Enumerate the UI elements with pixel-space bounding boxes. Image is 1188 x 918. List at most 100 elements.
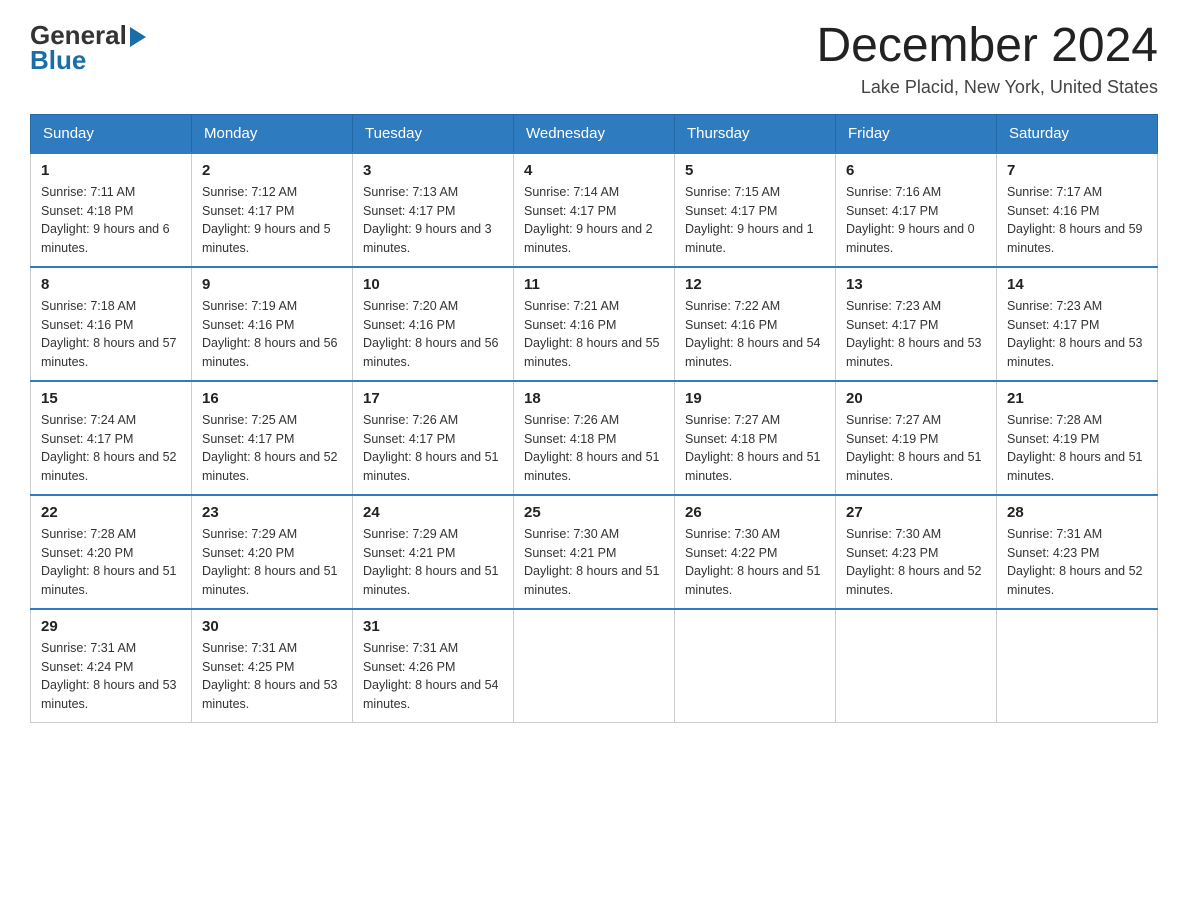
calendar-cell: 13 Sunrise: 7:23 AM Sunset: 4:17 PM Dayl… <box>836 267 997 381</box>
day-info: Sunrise: 7:28 AM Sunset: 4:20 PM Dayligh… <box>41 525 181 600</box>
day-info: Sunrise: 7:26 AM Sunset: 4:17 PM Dayligh… <box>363 411 503 486</box>
calendar-cell: 30 Sunrise: 7:31 AM Sunset: 4:25 PM Dayl… <box>192 609 353 723</box>
day-info: Sunrise: 7:22 AM Sunset: 4:16 PM Dayligh… <box>685 297 825 372</box>
calendar-week-3: 15 Sunrise: 7:24 AM Sunset: 4:17 PM Dayl… <box>31 381 1158 495</box>
calendar-cell: 9 Sunrise: 7:19 AM Sunset: 4:16 PM Dayli… <box>192 267 353 381</box>
day-info: Sunrise: 7:11 AM Sunset: 4:18 PM Dayligh… <box>41 183 181 258</box>
day-number: 14 <box>1007 276 1147 293</box>
day-info: Sunrise: 7:18 AM Sunset: 4:16 PM Dayligh… <box>41 297 181 372</box>
day-info: Sunrise: 7:16 AM Sunset: 4:17 PM Dayligh… <box>846 183 986 258</box>
calendar-cell: 7 Sunrise: 7:17 AM Sunset: 4:16 PM Dayli… <box>997 153 1158 267</box>
day-number: 20 <box>846 390 986 407</box>
day-info: Sunrise: 7:26 AM Sunset: 4:18 PM Dayligh… <box>524 411 664 486</box>
day-number: 2 <box>202 162 342 179</box>
day-number: 7 <box>1007 162 1147 179</box>
calendar-cell: 10 Sunrise: 7:20 AM Sunset: 4:16 PM Dayl… <box>353 267 514 381</box>
day-number: 16 <box>202 390 342 407</box>
day-number: 11 <box>524 276 664 293</box>
day-number: 3 <box>363 162 503 179</box>
day-info: Sunrise: 7:21 AM Sunset: 4:16 PM Dayligh… <box>524 297 664 372</box>
calendar-cell: 23 Sunrise: 7:29 AM Sunset: 4:20 PM Dayl… <box>192 495 353 609</box>
day-number: 4 <box>524 162 664 179</box>
calendar-week-2: 8 Sunrise: 7:18 AM Sunset: 4:16 PM Dayli… <box>31 267 1158 381</box>
day-number: 1 <box>41 162 181 179</box>
day-of-week-friday: Friday <box>836 114 997 153</box>
day-number: 28 <box>1007 504 1147 521</box>
calendar-cell: 5 Sunrise: 7:15 AM Sunset: 4:17 PM Dayli… <box>675 153 836 267</box>
calendar-cell: 21 Sunrise: 7:28 AM Sunset: 4:19 PM Dayl… <box>997 381 1158 495</box>
day-info: Sunrise: 7:30 AM Sunset: 4:21 PM Dayligh… <box>524 525 664 600</box>
calendar-cell <box>514 609 675 723</box>
day-number: 9 <box>202 276 342 293</box>
location-subtitle: Lake Placid, New York, United States <box>816 77 1158 98</box>
calendar-cell: 14 Sunrise: 7:23 AM Sunset: 4:17 PM Dayl… <box>997 267 1158 381</box>
day-number: 22 <box>41 504 181 521</box>
month-year-title: December 2024 <box>816 20 1158 73</box>
title-section: December 2024 Lake Placid, New York, Uni… <box>816 20 1158 98</box>
day-info: Sunrise: 7:14 AM Sunset: 4:17 PM Dayligh… <box>524 183 664 258</box>
calendar-cell: 2 Sunrise: 7:12 AM Sunset: 4:17 PM Dayli… <box>192 153 353 267</box>
day-number: 31 <box>363 618 503 635</box>
calendar-cell: 12 Sunrise: 7:22 AM Sunset: 4:16 PM Dayl… <box>675 267 836 381</box>
day-number: 17 <box>363 390 503 407</box>
day-number: 25 <box>524 504 664 521</box>
calendar-cell <box>675 609 836 723</box>
day-info: Sunrise: 7:31 AM Sunset: 4:23 PM Dayligh… <box>1007 525 1147 600</box>
day-number: 27 <box>846 504 986 521</box>
day-number: 21 <box>1007 390 1147 407</box>
day-info: Sunrise: 7:19 AM Sunset: 4:16 PM Dayligh… <box>202 297 342 372</box>
calendar-week-1: 1 Sunrise: 7:11 AM Sunset: 4:18 PM Dayli… <box>31 153 1158 267</box>
calendar-cell: 19 Sunrise: 7:27 AM Sunset: 4:18 PM Dayl… <box>675 381 836 495</box>
day-info: Sunrise: 7:31 AM Sunset: 4:26 PM Dayligh… <box>363 639 503 714</box>
day-of-week-saturday: Saturday <box>997 114 1158 153</box>
logo: General Blue <box>30 20 146 76</box>
calendar-cell: 3 Sunrise: 7:13 AM Sunset: 4:17 PM Dayli… <box>353 153 514 267</box>
calendar-cell: 29 Sunrise: 7:31 AM Sunset: 4:24 PM Dayl… <box>31 609 192 723</box>
calendar-cell: 15 Sunrise: 7:24 AM Sunset: 4:17 PM Dayl… <box>31 381 192 495</box>
day-of-week-thursday: Thursday <box>675 114 836 153</box>
day-info: Sunrise: 7:29 AM Sunset: 4:21 PM Dayligh… <box>363 525 503 600</box>
calendar-cell: 16 Sunrise: 7:25 AM Sunset: 4:17 PM Dayl… <box>192 381 353 495</box>
day-info: Sunrise: 7:30 AM Sunset: 4:23 PM Dayligh… <box>846 525 986 600</box>
logo-triangle-icon <box>130 27 146 47</box>
day-info: Sunrise: 7:30 AM Sunset: 4:22 PM Dayligh… <box>685 525 825 600</box>
day-number: 23 <box>202 504 342 521</box>
day-info: Sunrise: 7:13 AM Sunset: 4:17 PM Dayligh… <box>363 183 503 258</box>
logo-blue: Blue <box>30 45 86 76</box>
day-number: 19 <box>685 390 825 407</box>
calendar-cell: 1 Sunrise: 7:11 AM Sunset: 4:18 PM Dayli… <box>31 153 192 267</box>
calendar-table: SundayMondayTuesdayWednesdayThursdayFrid… <box>30 114 1158 723</box>
calendar-cell: 11 Sunrise: 7:21 AM Sunset: 4:16 PM Dayl… <box>514 267 675 381</box>
calendar-cell: 28 Sunrise: 7:31 AM Sunset: 4:23 PM Dayl… <box>997 495 1158 609</box>
calendar-week-4: 22 Sunrise: 7:28 AM Sunset: 4:20 PM Dayl… <box>31 495 1158 609</box>
day-number: 18 <box>524 390 664 407</box>
day-info: Sunrise: 7:29 AM Sunset: 4:20 PM Dayligh… <box>202 525 342 600</box>
day-info: Sunrise: 7:27 AM Sunset: 4:19 PM Dayligh… <box>846 411 986 486</box>
day-number: 26 <box>685 504 825 521</box>
day-number: 13 <box>846 276 986 293</box>
day-number: 15 <box>41 390 181 407</box>
day-number: 29 <box>41 618 181 635</box>
calendar-cell: 8 Sunrise: 7:18 AM Sunset: 4:16 PM Dayli… <box>31 267 192 381</box>
day-info: Sunrise: 7:25 AM Sunset: 4:17 PM Dayligh… <box>202 411 342 486</box>
day-info: Sunrise: 7:24 AM Sunset: 4:17 PM Dayligh… <box>41 411 181 486</box>
day-of-week-monday: Monday <box>192 114 353 153</box>
day-info: Sunrise: 7:27 AM Sunset: 4:18 PM Dayligh… <box>685 411 825 486</box>
day-number: 8 <box>41 276 181 293</box>
calendar-cell: 22 Sunrise: 7:28 AM Sunset: 4:20 PM Dayl… <box>31 495 192 609</box>
day-of-week-wednesday: Wednesday <box>514 114 675 153</box>
calendar-cell: 31 Sunrise: 7:31 AM Sunset: 4:26 PM Dayl… <box>353 609 514 723</box>
calendar-cell: 17 Sunrise: 7:26 AM Sunset: 4:17 PM Dayl… <box>353 381 514 495</box>
day-info: Sunrise: 7:28 AM Sunset: 4:19 PM Dayligh… <box>1007 411 1147 486</box>
day-of-week-sunday: Sunday <box>31 114 192 153</box>
calendar-cell: 18 Sunrise: 7:26 AM Sunset: 4:18 PM Dayl… <box>514 381 675 495</box>
day-number: 5 <box>685 162 825 179</box>
day-number: 6 <box>846 162 986 179</box>
calendar-cell: 6 Sunrise: 7:16 AM Sunset: 4:17 PM Dayli… <box>836 153 997 267</box>
day-info: Sunrise: 7:23 AM Sunset: 4:17 PM Dayligh… <box>846 297 986 372</box>
day-number: 24 <box>363 504 503 521</box>
calendar-cell <box>997 609 1158 723</box>
day-info: Sunrise: 7:31 AM Sunset: 4:24 PM Dayligh… <box>41 639 181 714</box>
day-number: 12 <box>685 276 825 293</box>
calendar-cell: 26 Sunrise: 7:30 AM Sunset: 4:22 PM Dayl… <box>675 495 836 609</box>
